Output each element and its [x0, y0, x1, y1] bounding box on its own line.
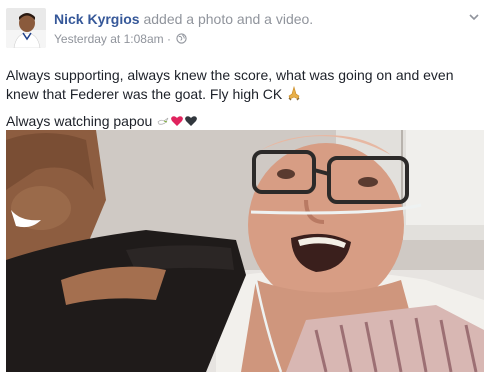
post-meta: Yesterday at 1:08am ·: [54, 31, 187, 48]
post-text-line-1: Always supporting, always knew the score…: [6, 66, 482, 106]
post-photo[interactable]: [6, 130, 484, 372]
avatar[interactable]: [6, 8, 46, 48]
post-text-line-2-content: Always watching papou: [6, 113, 153, 129]
post-action-text: added a photo and a video.: [143, 11, 314, 27]
author-name-link[interactable]: Nick Kyrgios: [54, 11, 140, 27]
chevron-down-icon[interactable]: [468, 10, 480, 28]
meta-separator: ·: [166, 32, 171, 46]
photo-image: [6, 130, 484, 372]
post-header: Nick Kyrgios added a photo and a video.: [54, 10, 313, 28]
post-text: Always supporting, always knew the score…: [6, 66, 482, 133]
timestamp-link[interactable]: Yesterday at 1:08am: [54, 32, 164, 46]
praying-hands-emoji-icon: [286, 85, 302, 106]
facebook-post: Nick Kyrgios added a photo and a video. …: [0, 0, 490, 372]
avatar-image: [6, 8, 46, 48]
post-text-line-1-content: Always supporting, always knew the score…: [6, 67, 454, 102]
globe-icon[interactable]: [176, 32, 187, 48]
